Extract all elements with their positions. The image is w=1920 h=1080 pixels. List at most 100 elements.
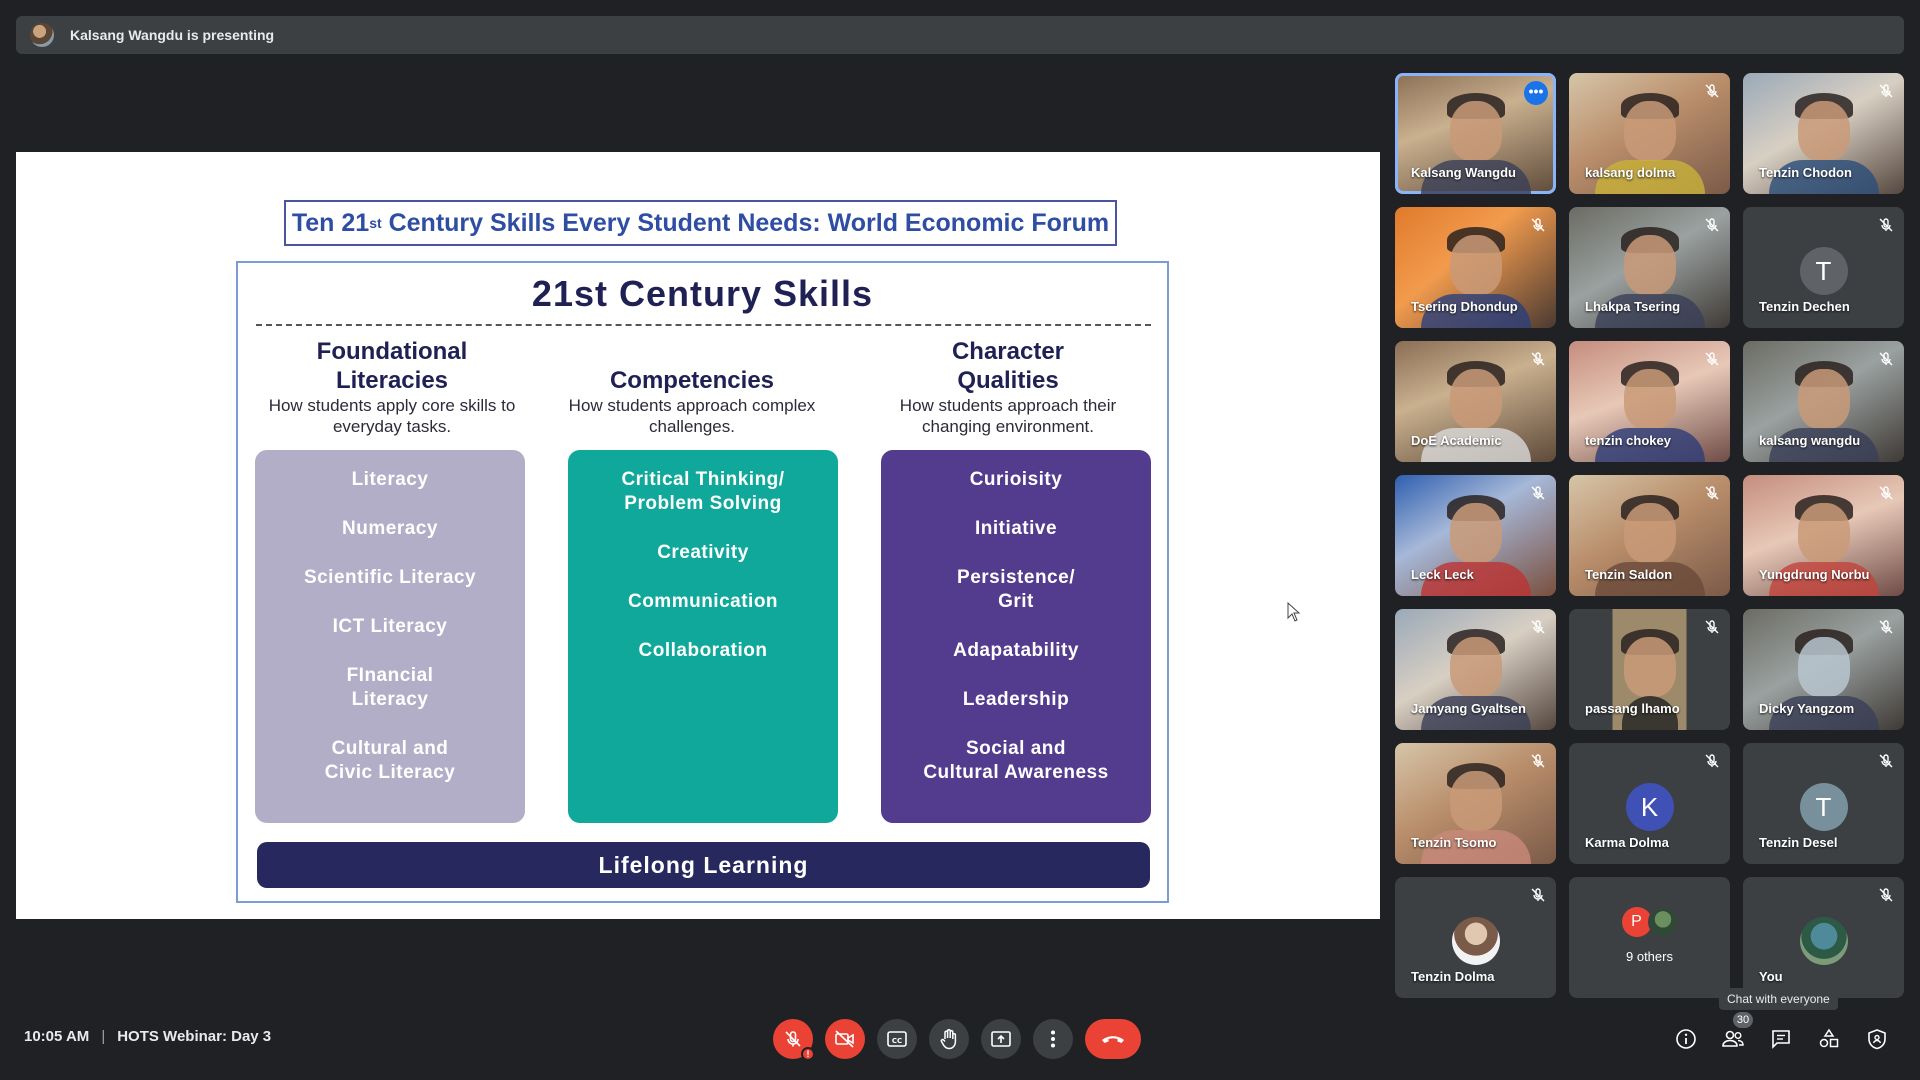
participant-name: Kalsang Wangdu [1411, 165, 1516, 180]
mic-off-icon [1531, 620, 1545, 634]
mic-off-icon [1705, 218, 1719, 232]
skill-item: Leadership [962, 689, 1070, 710]
participant-tile[interactable]: K Karma Dolma [1569, 743, 1730, 864]
participant-tile[interactable]: DoE Academic [1395, 341, 1556, 462]
participant-name: tenzin chokey [1585, 433, 1671, 448]
participant-avatar: K [1625, 783, 1674, 831]
mic-off-icon [1705, 486, 1719, 500]
meeting-details-button[interactable] [1672, 1025, 1700, 1053]
host-controls-button[interactable] [1863, 1025, 1891, 1053]
mic-off-icon [785, 1031, 801, 1047]
dashed-divider [256, 324, 1151, 326]
skill-item: Literacy [351, 469, 429, 490]
meeting-title: HOTS Webinar: Day 3 [117, 1028, 272, 1045]
camera-toggle-button[interactable] [825, 1019, 865, 1059]
slide-title: Ten 21st Century Skills Every Student Ne… [284, 200, 1117, 246]
mic-off-icon [1879, 486, 1893, 500]
skill-item: Cultural and Civic Literacy [324, 738, 456, 783]
mic-off-icon [1879, 84, 1893, 98]
captions-button[interactable]: CC [877, 1019, 917, 1059]
participant-name: Lhakpa Tsering [1585, 299, 1681, 314]
mic-off-icon [1705, 352, 1719, 366]
participant-tile[interactable]: kalsang wangdu [1743, 341, 1904, 462]
skills-heading: 21st Century Skills [531, 273, 874, 314]
participant-tile[interactable]: T Tenzin Dechen [1743, 207, 1904, 328]
info-icon [1676, 1029, 1696, 1049]
warning-icon: ! [801, 1047, 815, 1061]
clock: 10:05 AM [24, 1028, 90, 1045]
skill-item: Creativity [657, 542, 749, 563]
column-subtitle: How students approach complex challenges… [568, 396, 816, 436]
present-button[interactable] [981, 1019, 1021, 1059]
end-call-icon [1102, 1036, 1124, 1043]
participant-tile[interactable]: Yungdrung Norbu [1743, 475, 1904, 596]
mic-off-icon [1705, 84, 1719, 98]
host-controls-icon [1868, 1029, 1886, 1050]
participant-count-badge: 30 [1733, 1012, 1753, 1028]
competencies-box: Critical Thinking/ Problem Solving Creat… [568, 450, 838, 823]
participant-tile[interactable]: passang lhamo [1569, 609, 1730, 730]
column-subtitle: How students approach their changing env… [899, 396, 1117, 436]
participant-tile[interactable]: Tenzin Dolma [1395, 877, 1556, 998]
presenter-avatar [30, 23, 54, 47]
people-button[interactable] [1719, 1025, 1747, 1053]
raise-hand-button[interactable] [929, 1019, 969, 1059]
skill-item: Communication [627, 591, 779, 612]
participant-name: Yungdrung Norbu [1759, 567, 1870, 582]
shared-screen: Ten 21st Century Skills Every Student Ne… [16, 152, 1380, 919]
raise-hand-icon [940, 1029, 957, 1050]
presenting-label: Kalsang Wangdu is presenting [70, 27, 275, 43]
chat-button[interactable] [1767, 1025, 1795, 1053]
column-foundational-head: Foundational Literacies How students app… [252, 337, 532, 437]
more-options-icon[interactable]: ••• [1524, 81, 1548, 105]
participant-tile[interactable]: Tsering Dhondup [1395, 207, 1556, 328]
column-competencies-head: Competencies How students approach compl… [552, 337, 832, 437]
present-icon [991, 1031, 1011, 1047]
participant-tile[interactable]: Leck Leck [1395, 475, 1556, 596]
participant-name: Tenzin Dechen [1759, 299, 1850, 314]
participant-tile[interactable]: ••• Kalsang Wangdu [1395, 73, 1556, 194]
mic-off-icon [1531, 888, 1545, 902]
mic-off-icon [1531, 754, 1545, 768]
chat-tooltip: Chat with everyone [1719, 988, 1838, 1010]
participant-tile[interactable]: tenzin chokey [1569, 341, 1730, 462]
participant-tile[interactable]: Jamyang Gyaltsen [1395, 609, 1556, 730]
presenting-bar: Kalsang Wangdu is presenting [16, 16, 1904, 54]
cam-off-icon [835, 1030, 854, 1048]
participant-tile[interactable]: Lhakpa Tsering [1569, 207, 1730, 328]
mic-off-icon [1879, 888, 1893, 902]
participant-avatar [1451, 917, 1500, 965]
leave-call-button[interactable] [1085, 1019, 1141, 1059]
participant-tile[interactable]: Tenzin Tsomo [1395, 743, 1556, 864]
people-icon [1722, 1030, 1744, 1047]
participant-tile[interactable]: T Tenzin Desel [1743, 743, 1904, 864]
mic-toggle-button[interactable]: ! [773, 1019, 815, 1061]
participant-name: DoE Academic [1411, 433, 1502, 448]
others-tile[interactable]: P 9 others [1569, 877, 1730, 998]
skill-item: Adapatability [953, 640, 1079, 661]
participant-tile[interactable]: Tenzin Chodon [1743, 73, 1904, 194]
character-box: Curioisity Initiative Persistence/ Grit … [881, 450, 1151, 823]
participant-name: Tenzin Desel [1759, 835, 1838, 850]
participant-name: Leck Leck [1411, 567, 1474, 582]
participant-name: passang lhamo [1585, 701, 1680, 716]
meeting-info: 10:05 AM | HOTS Webinar: Day 3 [24, 1028, 271, 1045]
participant-tile[interactable]: Dicky Yangzom [1743, 609, 1904, 730]
mic-off-icon [1879, 754, 1893, 768]
participant-tile[interactable]: kalsang dolma [1569, 73, 1730, 194]
skill-item: Social and Cultural Awareness [923, 738, 1109, 783]
skill-item: Scientific Literacy [303, 567, 477, 588]
more-options-button[interactable] [1033, 1019, 1073, 1059]
captions-icon: CC [887, 1031, 907, 1047]
activities-icon [1819, 1028, 1839, 1048]
participant-avatar: T [1799, 247, 1848, 295]
participant-name: kalsang dolma [1585, 165, 1676, 180]
participant-tile[interactable]: Tenzin Saldon [1569, 475, 1730, 596]
mic-off-icon [1879, 218, 1893, 232]
column-subtitle: How students apply core skills to everyd… [268, 396, 516, 436]
activities-button[interactable] [1815, 1025, 1843, 1053]
mic-off-icon [1879, 352, 1893, 366]
mouse-cursor-icon [1287, 601, 1301, 627]
self-tile[interactable]: You [1743, 877, 1904, 998]
others-count: 9 others [1626, 949, 1673, 964]
